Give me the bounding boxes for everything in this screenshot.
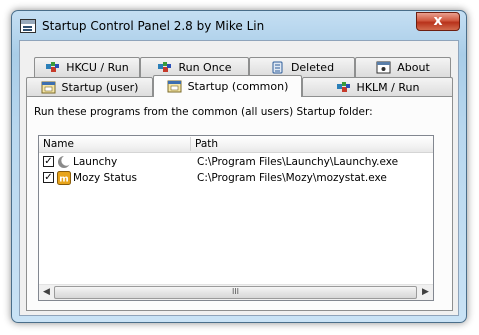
- column-header-name[interactable]: Name: [39, 136, 189, 152]
- column-header-path[interactable]: Path: [191, 136, 431, 152]
- enable-checkbox[interactable]: ✓: [43, 172, 54, 183]
- scroll-right-arrow-icon[interactable]: ▶: [418, 285, 433, 300]
- svg-text:m: m: [59, 175, 68, 185]
- launchy-icon: [57, 155, 72, 169]
- about-icon: [376, 61, 391, 74]
- tab-label: Run Once: [178, 61, 232, 74]
- tab-startup-common[interactable]: Startup (common): [153, 75, 302, 97]
- tab-panel: Run these programs from the common (all …: [26, 96, 453, 311]
- tab-startup-user[interactable]: Startup (user): [26, 77, 153, 97]
- program-name: Launchy: [73, 156, 118, 168]
- tab-label: HKLM / Run: [356, 81, 420, 94]
- tab-hkcu-run[interactable]: HKCU / Run: [34, 57, 140, 77]
- list-row[interactable]: ✓ m Mozy Status C:\Program Files\Mozy\mo…: [39, 170, 433, 186]
- tab-label: HKCU / Run: [66, 61, 129, 74]
- startup-list[interactable]: Name Path ✓ Launchy C:\Program Files\Lau…: [38, 135, 434, 301]
- tab-hklm-run[interactable]: HKLM / Run: [302, 77, 453, 97]
- mozy-icon: m: [57, 171, 71, 185]
- list-header: Name Path: [39, 136, 433, 153]
- tab-label: Deleted: [290, 61, 335, 74]
- enable-checkbox[interactable]: ✓: [43, 156, 54, 167]
- program-path: C:\Program Files\Launchy\Launchy.exe: [197, 156, 399, 168]
- tab-label: Startup (common): [187, 80, 289, 93]
- tab-deleted[interactable]: Deleted: [249, 57, 355, 77]
- tab-run-once[interactable]: Run Once: [140, 57, 249, 77]
- tab-label: About: [397, 61, 430, 74]
- folder-window-icon: [167, 80, 182, 93]
- scroll-left-arrow-icon[interactable]: ◀: [39, 285, 54, 300]
- app-window: Startup Control Panel 2.8 by Mike Lin x …: [11, 10, 467, 323]
- title-bar[interactable]: Startup Control Panel 2.8 by Mike Lin x: [12, 11, 466, 41]
- program-name: Mozy Status: [73, 172, 138, 184]
- panel-description: Run these programs from the common (all …: [34, 106, 373, 118]
- recycle-icon: [270, 61, 285, 74]
- window-title: Startup Control Panel 2.8 by Mike Lin: [42, 19, 265, 33]
- list-row[interactable]: ✓ Launchy C:\Program Files\Launchy\Launc…: [39, 154, 433, 170]
- scrollbar-thumb[interactable]: III: [54, 286, 417, 299]
- program-path: C:\Program Files\Mozy\mozystat.exe: [197, 172, 387, 184]
- registry-icon: [157, 61, 172, 74]
- close-button[interactable]: x: [416, 12, 460, 31]
- client-area: HKCU / Run Run Once Deleted About Startu…: [19, 40, 459, 316]
- registry-icon: [336, 81, 351, 94]
- horizontal-scrollbar[interactable]: ◀ III ▶: [39, 284, 433, 300]
- app-icon[interactable]: [20, 19, 36, 33]
- tab-label: Startup (user): [61, 81, 139, 94]
- registry-icon: [45, 61, 60, 74]
- tab-about[interactable]: About: [355, 57, 451, 77]
- folder-window-icon: [41, 81, 56, 94]
